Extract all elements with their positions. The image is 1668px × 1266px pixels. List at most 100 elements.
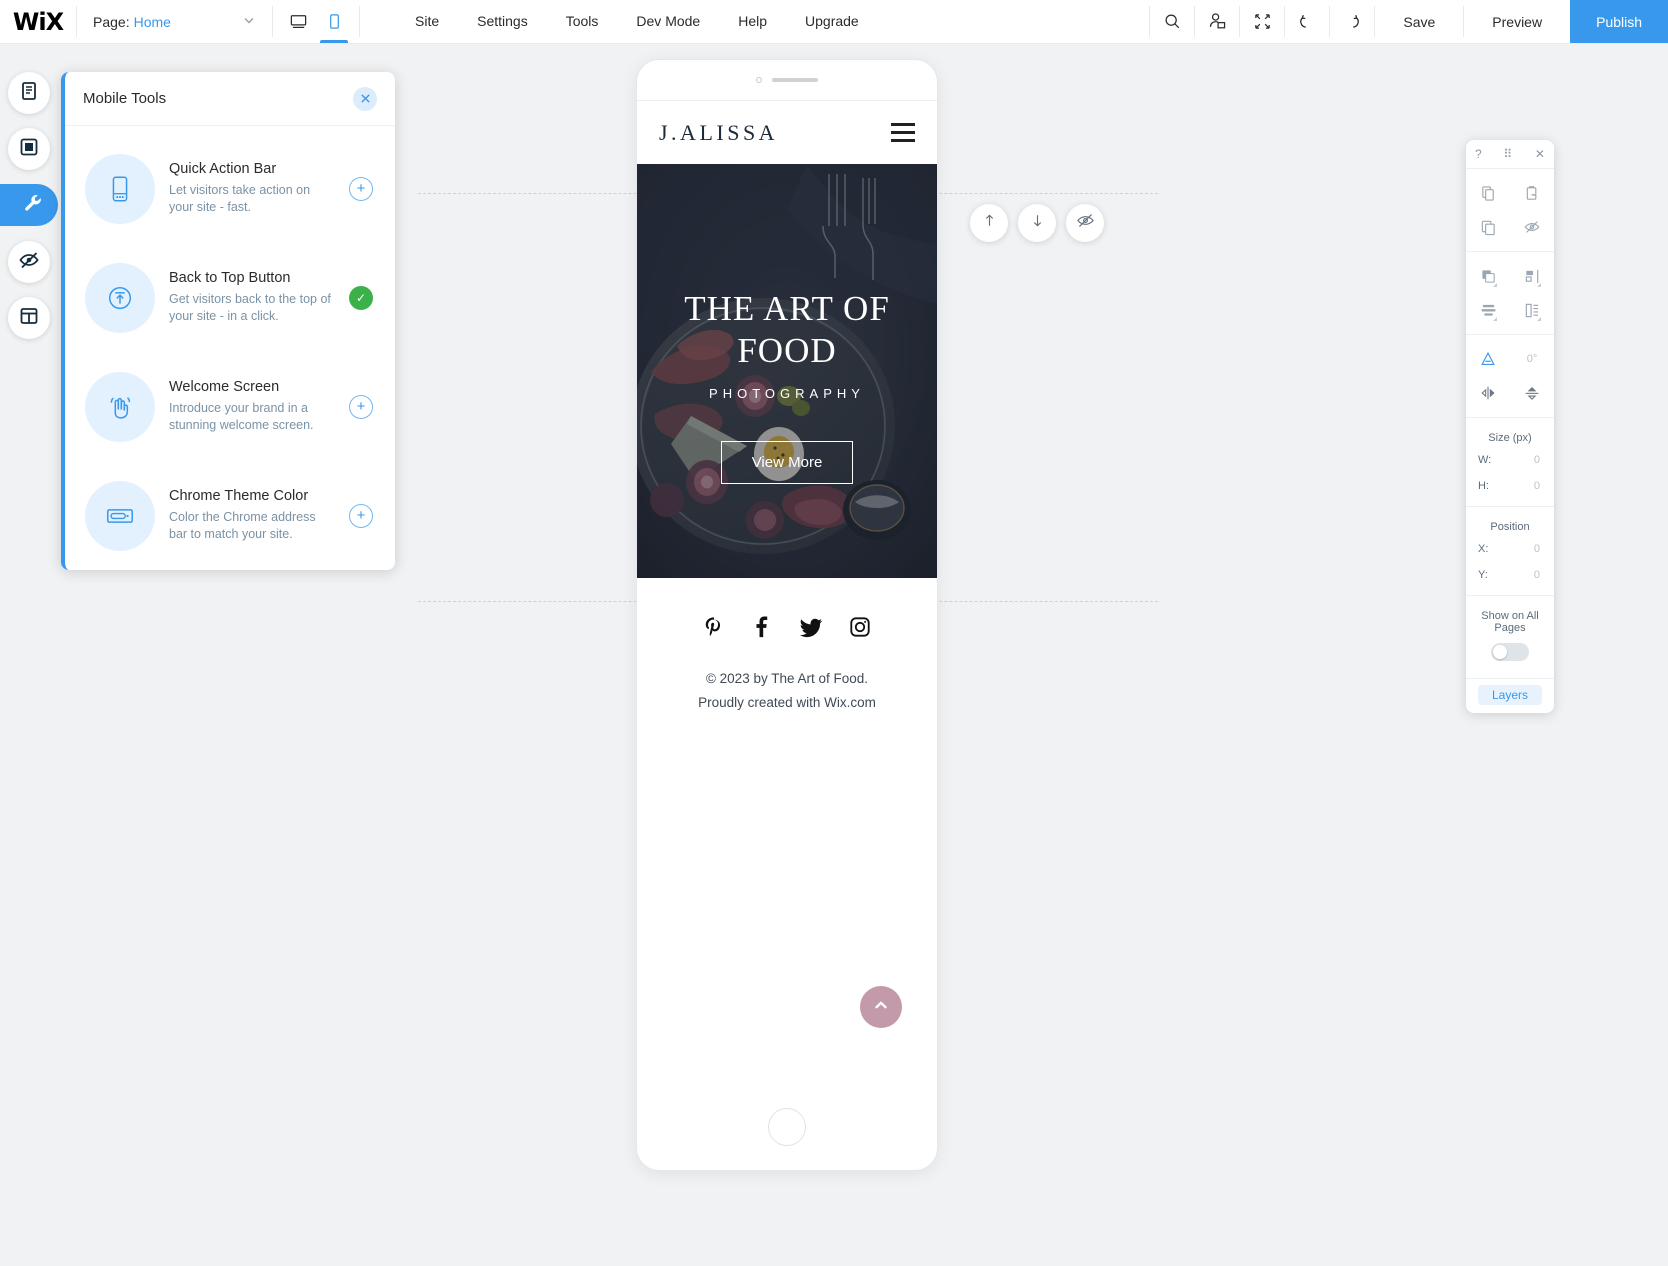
width-field[interactable]: W: 0 [1466, 447, 1554, 473]
layers-button[interactable]: Layers [1477, 685, 1543, 705]
view-desktop-button[interactable] [281, 0, 315, 43]
menu-item-dev-mode[interactable]: Dev Mode [617, 0, 719, 43]
distribute-button[interactable] [1466, 293, 1510, 327]
publish-button[interactable]: Publish [1570, 0, 1668, 43]
tool-added-badge[interactable]: ✓ [349, 285, 373, 310]
list-item-text: Back to Top Button Get visitors back to … [169, 270, 335, 325]
wix-logo[interactable]: WiX [0, 0, 76, 43]
top-toolbar: WiX Page: Home Site Settings Tools Dev M… [0, 0, 1668, 44]
copyright-text: © 2023 by The Art of Food. Proudly creat… [637, 667, 937, 714]
zoom-out-icon[interactable] [1240, 0, 1284, 43]
save-button[interactable]: Save [1375, 0, 1463, 43]
rotation-value[interactable]: 0° [1510, 342, 1554, 376]
close-icon[interactable] [353, 86, 377, 111]
copy-button[interactable] [1466, 176, 1510, 210]
x-key: X: [1478, 543, 1489, 555]
list-item[interactable]: Welcome Screen Introduce your brand in a… [65, 352, 395, 461]
undo-icon[interactable] [1285, 0, 1329, 43]
arrow-up-icon [981, 212, 998, 234]
drag-grip-icon[interactable]: ⠿ [1503, 148, 1513, 160]
panel-title: Mobile Tools [83, 90, 167, 107]
back-to-top-icon [85, 262, 155, 333]
transform-section: 0° [1466, 335, 1554, 418]
dropdown-caret-icon [1493, 283, 1497, 287]
list-item[interactable]: Chrome Theme Color Color the Chrome addr… [65, 461, 395, 570]
y-field[interactable]: Y: 0 [1466, 562, 1554, 588]
pinterest-icon[interactable] [703, 616, 725, 645]
move-down-button[interactable] [1018, 204, 1056, 242]
page-selector[interactable]: Page: Home [77, 0, 272, 43]
menu-item-site[interactable]: Site [396, 0, 458, 43]
flip-horizontal-button[interactable] [1466, 376, 1510, 410]
chevron-up-icon [871, 995, 891, 1020]
view-more-button[interactable]: View More [720, 441, 854, 484]
flip-vertical-button[interactable] [1510, 376, 1554, 410]
clipboard-section [1466, 169, 1554, 252]
align-button[interactable] [1510, 259, 1554, 293]
size-label: Size (px) [1488, 432, 1532, 444]
phone-home-button[interactable] [768, 1108, 806, 1146]
move-up-button[interactable] [970, 204, 1008, 242]
sidebar-item-menus-and-pages[interactable] [8, 72, 50, 114]
tool-name: Chrome Theme Color [169, 488, 309, 505]
add-tool-button[interactable]: + [349, 176, 373, 201]
search-icon[interactable] [1150, 0, 1194, 43]
user-add-icon[interactable] [1195, 0, 1239, 43]
toolbar-header: ? ⠿ ✕ [1466, 140, 1554, 169]
height-key: H: [1478, 480, 1489, 492]
toolbar-row [1466, 176, 1554, 210]
hide-button[interactable] [1510, 210, 1554, 244]
menu-item-settings[interactable]: Settings [458, 0, 547, 43]
toggle-wrapper [1466, 637, 1554, 671]
eye-hidden-icon [1076, 211, 1095, 235]
hero-section[interactable]: THE ART OF FOOD PHOTOGRAPHY View More [637, 164, 937, 578]
menu-item-upgrade[interactable]: Upgrade [786, 0, 878, 43]
rotate-button[interactable] [1466, 342, 1510, 376]
redo-icon[interactable] [1330, 0, 1374, 43]
list-item[interactable]: Quick Action Bar Let visitors take actio… [65, 134, 395, 243]
view-mobile-button[interactable] [317, 0, 351, 43]
back-to-top-button[interactable] [860, 986, 902, 1028]
add-tool-button[interactable]: + [349, 394, 373, 419]
toolbar-row [1466, 293, 1554, 327]
list-item-text: Welcome Screen Introduce your brand in a… [169, 379, 335, 434]
instagram-icon[interactable] [849, 616, 871, 645]
twitter-icon[interactable] [799, 616, 823, 645]
height-field[interactable]: H: 0 [1466, 473, 1554, 499]
height-value: 0 [1533, 480, 1540, 492]
background-icon [18, 136, 40, 163]
hamburger-menu-icon[interactable] [891, 123, 915, 142]
tool-description: Color the Chrome address bar to match yo… [169, 510, 316, 541]
arrange-button[interactable] [1466, 259, 1510, 293]
menu-item-help[interactable]: Help [719, 0, 786, 43]
x-field[interactable]: X: 0 [1466, 536, 1554, 562]
close-icon[interactable]: ✕ [1535, 147, 1545, 161]
match-size-button[interactable] [1510, 293, 1554, 327]
mobile-tools-panel: Mobile Tools Quick Action Bar Let visito… [61, 72, 395, 570]
page-label: Page: [93, 13, 130, 30]
facebook-icon[interactable] [751, 616, 773, 645]
list-item-text: Chrome Theme Color Color the Chrome addr… [169, 488, 335, 543]
eye-hidden-icon [18, 249, 40, 276]
waving-hand-icon [85, 371, 155, 442]
sidebar-item-layout-optimizer[interactable] [8, 297, 50, 339]
sidebar-item-mobile-tools[interactable] [0, 184, 58, 226]
hero-subtitle: PHOTOGRAPHY [709, 386, 865, 401]
show-on-all-pages-toggle[interactable] [1491, 643, 1529, 661]
menu-item-tools[interactable]: Tools [547, 0, 618, 43]
paste-button[interactable] [1510, 176, 1554, 210]
mobile-tools-header: Mobile Tools [65, 72, 395, 126]
sidebar-item-background[interactable] [8, 128, 50, 170]
duplicate-button[interactable] [1466, 210, 1510, 244]
toolbar-row [1466, 259, 1554, 293]
hide-element-button[interactable] [1066, 204, 1104, 242]
list-item[interactable]: Back to Top Button Get visitors back to … [65, 243, 395, 352]
question-mark-icon[interactable]: ? [1475, 147, 1482, 161]
sidebar-item-hidden-elements[interactable] [8, 241, 50, 283]
add-tool-button[interactable]: + [349, 503, 373, 528]
site-brand[interactable]: J.ALISSA [659, 120, 778, 146]
tool-description: Get visitors back to the top of your sit… [169, 292, 331, 323]
arrange-section [1466, 252, 1554, 335]
preview-button[interactable]: Preview [1464, 0, 1570, 43]
burger-line [891, 123, 915, 126]
